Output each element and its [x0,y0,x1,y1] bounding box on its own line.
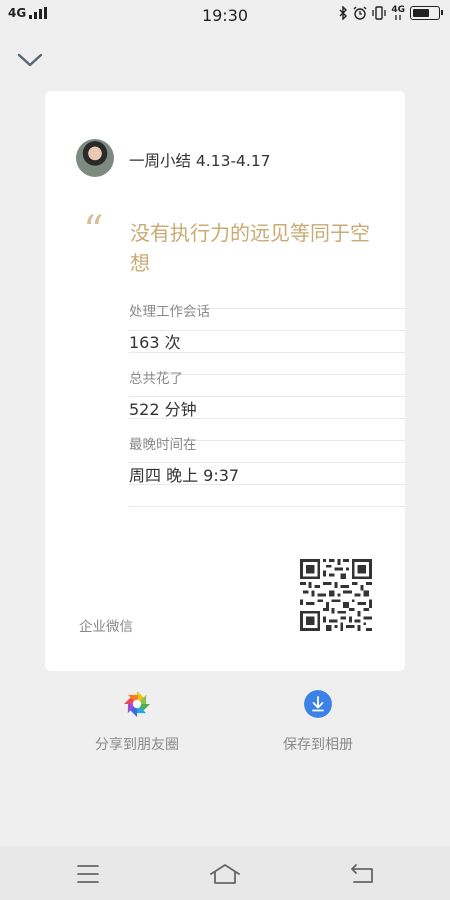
stat-sessions: 处理工作会话 163 次 [129,300,379,353]
navigation-bar [0,846,450,900]
moments-icon [124,691,150,717]
share-label: 分享到朋友圈 [95,737,179,753]
stat-label: 处理工作会话 [129,304,210,320]
share-to-moments-button[interactable]: 分享到朋友圈 [57,690,217,754]
quote-icon: “ [83,208,104,254]
weekly-summary-card: 一周小结 4.13-4.17 “ 没有执行力的远见等同于空想 处理工作会话 16… [45,91,405,671]
save-to-album-button[interactable]: 保存到相册 [238,690,398,754]
download-icon [304,690,332,718]
menu-button[interactable] [68,861,108,887]
back-button[interactable] [342,861,382,887]
home-icon [210,864,240,884]
home-button[interactable] [205,861,245,887]
save-label: 保存到相册 [283,737,353,753]
network-4g-icon: 4G [391,6,405,20]
chevron-down-icon [17,53,43,67]
avatar [76,139,114,177]
back-icon [351,864,373,883]
stat-latest-time: 最晚时间在 周四 晚上 9:37 [129,433,379,486]
quote-text: 没有执行力的远见等同于空想 [130,221,370,275]
collapse-button[interactable] [16,48,44,70]
stat-value: 周四 晚上 9:37 [129,466,240,485]
card-title: 一周小结 4.13-4.17 [129,152,271,170]
brand-label: 企业微信 [79,619,133,635]
qr-code-icon [300,559,372,631]
battery-icon [410,6,443,20]
network-type-small: 4G [391,5,405,15]
stat-value: 163 次 [129,333,181,352]
stat-label: 最晚时间在 [129,437,197,453]
stat-minutes: 总共花了 522 分钟 [129,367,379,420]
status-bar: 4G 19:30 4G [0,0,450,32]
status-icons: 4G [339,6,443,20]
bluetooth-icon [339,6,348,20]
stat-label: 总共花了 [129,371,183,387]
menu-icon [77,865,99,883]
stat-value: 522 分钟 [129,400,197,419]
vibrate-icon [372,6,386,20]
alarm-icon [353,6,367,20]
